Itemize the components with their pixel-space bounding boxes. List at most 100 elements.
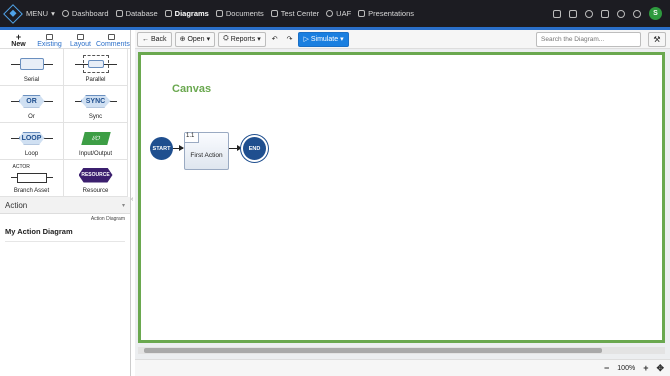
open-button[interactable]: ⊕ Open ▾ [174,31,216,47]
simulate-button[interactable]: ▷ Simulate ▾ [298,31,349,47]
or-shape-text: OR [18,94,45,108]
end-node[interactable]: END [243,137,266,160]
list-icon [46,34,53,40]
tab-label: Existing [37,41,62,48]
palette-serial[interactable]: Serial [0,49,64,86]
horizontal-scrollbar[interactable] [138,347,665,354]
avatar[interactable]: S [649,7,662,20]
nav-item-dashboard[interactable]: Dashboard [61,9,109,18]
palette-label: Input/Output [78,151,113,157]
globe-icon [326,10,334,17]
reports-button[interactable]: ⛭ Reports ▾ [218,31,266,47]
palette-resource[interactable]: RESOURCE Resource [64,160,128,197]
nav-item-label: Documents [225,9,264,18]
back-button[interactable]: ← Back [137,31,172,47]
nav-item-test-center[interactable]: Test Center [270,9,320,18]
connector-arrow[interactable] [229,145,242,151]
nav-item-database[interactable]: Database [115,9,158,18]
io-shape-text: I/O [80,131,111,145]
palette-label: Resource [82,188,109,194]
diagram-canvas[interactable]: Canvas START 1.1 First Action END [138,52,665,343]
palette-input-output[interactable]: I/O Input/Output [64,123,128,160]
loop-shape-text: LOOP [18,131,45,145]
io-shape-icon: I/O [71,128,121,148]
section-title: Action [5,200,28,210]
loop-shape-icon: LOOP [7,128,57,148]
palette-parallel[interactable]: Parallel [64,49,128,86]
back-label: Back [151,35,167,43]
chevron-down-icon: ▾ [121,202,125,209]
left-panel: + New Existing Layout Comments Serial Pa… [0,30,131,376]
collapse-panel-icon[interactable]: ‹ [131,196,133,203]
zoom-level: 100% [617,364,636,372]
tab-new[interactable]: + New [3,32,34,49]
palette-branch-asset[interactable]: ACTOR Branch Asset [0,160,64,197]
main-nav: MENU ▾ Dashboard Database Diagrams Docum… [26,9,421,18]
palette-loop[interactable]: LOOP Loop [0,123,64,160]
bell-icon[interactable] [585,9,593,18]
nav-item-diagrams[interactable]: Diagrams [164,9,209,18]
parallel-shape-icon [71,54,121,74]
nav-item-uaf[interactable]: UAF [326,9,351,18]
palette-sync[interactable]: SYNC Sync [64,86,128,123]
tab-label: New [11,41,26,48]
diagram-list: Action Diagram My Action Diagram [0,214,130,244]
simulate-label: Simulate [310,35,339,43]
nav-item-documents[interactable]: Documents [215,9,264,18]
asset-shape-text: ACTOR [12,164,30,170]
play-icon: ▷ [303,36,309,43]
chevron-down-icon: ▾ [257,36,261,43]
palette-or[interactable]: OR Or [0,86,64,123]
palette-label: Serial [23,77,40,83]
zoom-bar: − 100% + ✥ [135,359,670,376]
layout-icon [77,34,84,40]
tab-existing[interactable]: Existing [34,34,65,48]
tab-comments[interactable]: Comments [96,34,130,48]
wrench-icon[interactable]: ⚒ [648,31,666,47]
diagram-type: Action Diagram [90,216,125,222]
diagram-icon [164,10,172,17]
arrow-left-icon: ← [142,35,149,43]
open-label: Open [187,35,205,43]
chat-icon[interactable] [553,9,561,18]
fit-to-screen-icon[interactable]: ✥ [656,363,664,374]
clipboard-icon[interactable] [569,9,577,18]
sync-shape-text: SYNC [80,94,111,108]
redo-button[interactable]: ↷ [284,32,296,47]
scrollbar-thumb[interactable] [144,348,602,353]
diagram-search-input[interactable] [536,31,641,47]
left-panel-tabs: + New Existing Layout Comments [0,30,130,49]
folder-icon[interactable] [601,9,609,18]
tab-label: Comments [96,41,130,48]
action-node[interactable]: 1.1 First Action [184,132,229,170]
nav-item-label: Presentations [368,9,415,18]
action-section-header[interactable]: Action ▾ [0,197,130,214]
nav-item-presentations[interactable]: Presentations [358,9,414,18]
shape-palette: Serial Parallel OR Or SYNC Sync LOOP Loo… [0,49,130,197]
resource-shape-text: RESOURCE [78,167,113,183]
serial-shape-icon [7,54,57,74]
plus-icon: + [15,32,22,42]
nav-item-label: Test Center [280,9,320,18]
comment-icon [108,34,115,40]
zoom-in-button[interactable]: + [643,363,648,373]
start-node[interactable]: START [150,137,173,160]
settings-icon[interactable] [633,9,641,18]
resource-shape-icon: RESOURCE [71,165,121,185]
document-icon [215,10,223,17]
app-logo-icon[interactable] [3,3,23,24]
open-icon: ⊕ [179,36,186,43]
help-icon[interactable] [617,9,625,18]
undo-button[interactable]: ↶ [269,32,281,47]
tab-layout[interactable]: Layout [65,34,96,48]
menu-label: MENU [26,9,49,18]
palette-label: Loop [24,151,39,157]
nav-item-label: Dashboard [71,9,109,18]
connector-arrow[interactable] [173,145,184,151]
diagram-list-item[interactable]: My Action Diagram [5,227,125,236]
palette-label: Sync [88,114,103,120]
zoom-out-button[interactable]: − [604,363,609,373]
menu-button[interactable]: MENU ▾ [26,9,55,18]
sync-shape-icon: SYNC [71,91,121,111]
asset-shape-icon: ACTOR [7,164,57,185]
